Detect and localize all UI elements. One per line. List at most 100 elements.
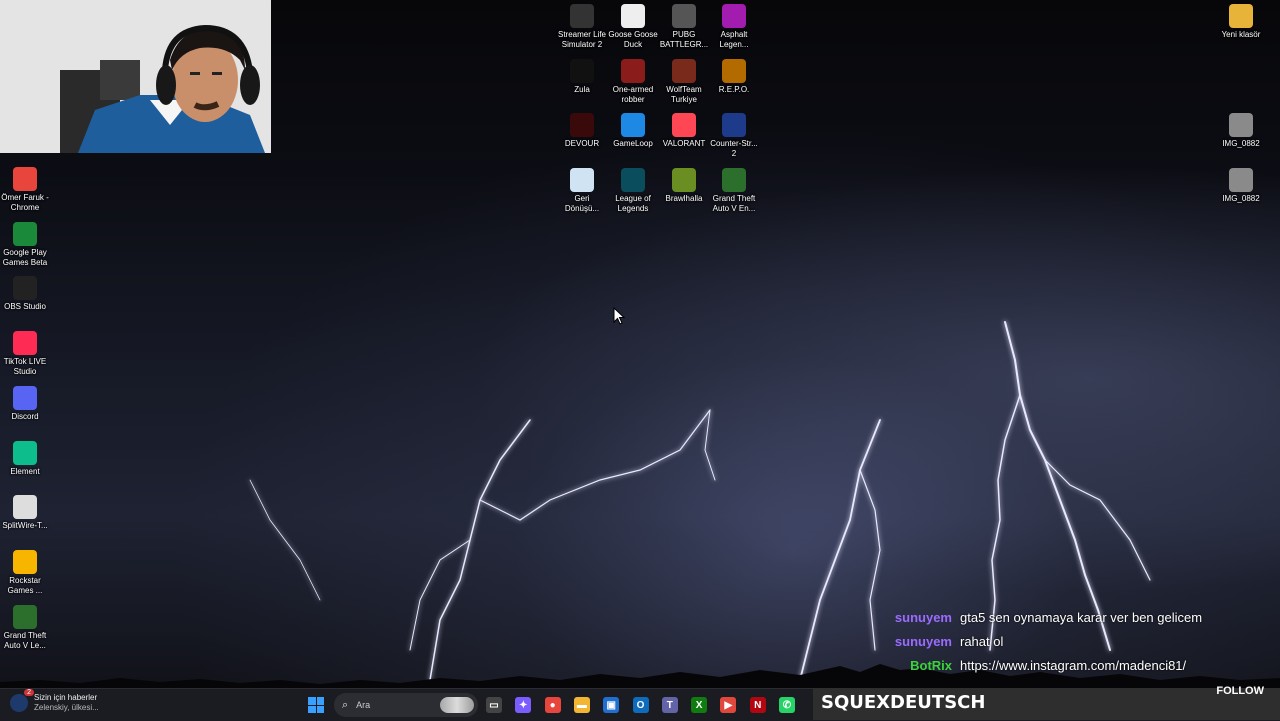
brawlhalla-icon <box>672 168 696 193</box>
desktop-shortcut[interactable]: Discord <box>0 385 50 422</box>
desktop-shortcut[interactable]: TikTok LIVE Studio <box>0 331 50 377</box>
desktop-shortcut[interactable]: SplitWire-T... <box>0 495 50 531</box>
search-highlight-image <box>440 697 474 713</box>
start-button[interactable] <box>308 697 324 713</box>
pubg-icon <box>672 4 696 28</box>
desktop-shortcut[interactable]: Goose Goose Duck <box>608 4 658 50</box>
news-badge-count: 2 <box>24 689 34 696</box>
store-icon[interactable]: ▣ <box>603 697 620 713</box>
shortcut-label: DEVOUR <box>564 139 600 149</box>
shortcut-label: Discord <box>11 411 39 421</box>
recycle-bin-icon <box>570 168 594 193</box>
task-view-icon[interactable]: ▭ <box>486 697 502 713</box>
one-armed-robber-icon <box>621 58 645 83</box>
shortcut-label: Zula <box>574 84 590 94</box>
news-widget[interactable]: 2 Sizin için haberler Zelenskiy, ülkesi.… <box>10 689 99 713</box>
shortcut-label: Streamer Life Simulator 2 <box>557 30 607 49</box>
news-subtitle: Zelenskiy, ülkesi... <box>34 703 99 712</box>
news-text: Sizin için haberler Zelenskiy, ülkesi... <box>34 693 99 713</box>
netflix-icon[interactable]: N <box>749 697 766 713</box>
desktop-shortcut[interactable]: PUBG BATTLEGR... <box>659 4 709 50</box>
desktop-shortcut[interactable]: OBS Studio <box>0 276 50 312</box>
chat-message: BotRix https://www.instagram.com/madenci… <box>880 654 1280 678</box>
file-explorer-icon[interactable]: ▬ <box>573 697 590 713</box>
chat-message: sunuyem gta5 sen oynamaya karar ver ben … <box>880 606 1280 630</box>
shortcut-label: OBS Studio <box>4 302 46 312</box>
desktop-shortcut[interactable]: IMG_0882 <box>1216 113 1266 149</box>
teams-icon[interactable]: T <box>661 697 678 713</box>
shortcut-label: Google Play Games Beta <box>2 247 48 267</box>
search-icon: ⌕ <box>342 698 349 711</box>
streamer-name: SQUEXDEUTSCH <box>821 692 986 713</box>
follow-button[interactable]: FOLLOW <box>1216 685 1264 697</box>
desktop-shortcut[interactable]: Zula <box>557 58 607 95</box>
desktop-shortcut[interactable]: Brawlhalla <box>659 168 709 204</box>
shortcut-label: Ömer Faruk - Chrome <box>1 193 49 212</box>
shortcut-label: WolfTeam Turkiye <box>666 84 702 104</box>
desktop-shortcut[interactable]: League of Legends <box>608 168 658 214</box>
taskbar-search[interactable]: ⌕ Ara <box>334 693 478 717</box>
chat-username: BotRix <box>910 658 952 673</box>
shortcut-label: Asphalt Legen... <box>719 30 749 49</box>
splitwire-icon <box>13 495 37 520</box>
shortcut-label: IMG_0882 <box>1222 139 1260 148</box>
shortcut-label: Yeni klasör <box>1221 30 1261 39</box>
devour-icon <box>570 113 594 138</box>
desktop-shortcut[interactable]: One-armed robber <box>608 58 658 105</box>
desktop-shortcut[interactable]: Element <box>0 440 50 477</box>
shortcut-label: Rockstar Games ... <box>7 575 43 595</box>
desktop-shortcut[interactable]: Rockstar Games ... <box>0 549 50 596</box>
stream-chat-overlay: sunuyem gta5 sen oynamaya karar ver ben … <box>880 606 1280 678</box>
obs-icon <box>13 276 37 301</box>
element-icon <box>13 440 37 465</box>
repo-icon <box>722 58 746 83</box>
desktop-shortcut[interactable]: Yeni klasör <box>1216 4 1266 40</box>
google-play-games-icon[interactable]: ▶ <box>720 697 737 713</box>
tiktok-live-icon <box>13 331 37 356</box>
image-file-icon <box>1229 168 1253 192</box>
shortcut-label: Grand Theft Auto V Le... <box>3 630 47 650</box>
copilot-icon[interactable]: ✦ <box>515 697 532 713</box>
mouse-cursor-icon <box>613 307 625 325</box>
shortcut-label: VALORANT <box>662 139 706 149</box>
google-play-games-icon <box>13 221 37 246</box>
chat-text: rahat ol <box>960 634 1004 649</box>
news-title: Sizin için haberler <box>34 693 98 702</box>
chrome-icon[interactable]: ● <box>544 697 561 713</box>
asphalt-icon <box>722 4 746 28</box>
chrome-icon <box>13 167 37 191</box>
chat-text: gta5 sen oynamaya karar ver ben gelicem <box>960 610 1203 625</box>
shortcut-label: One-armed robber <box>612 84 654 104</box>
chat-username: sunuyem <box>894 634 952 649</box>
desktop-shortcut[interactable]: Grand Theft Auto V Le... <box>0 604 50 651</box>
chat-text: https://www.instagram.com/madenci81/ <box>960 658 1187 673</box>
desktop-shortcut[interactable]: Ömer Faruk - Chrome <box>0 167 50 213</box>
chat-message: sunuyem rahat ol <box>880 630 1280 654</box>
folder-icon <box>1229 4 1253 28</box>
xbox-icon[interactable]: X <box>691 697 708 713</box>
search-placeholder: Ara <box>356 700 371 710</box>
shortcut-label: TikTok LIVE Studio <box>3 357 47 377</box>
desktop-shortcut[interactable]: Asphalt Legen... <box>709 4 759 50</box>
discord-icon <box>13 385 37 410</box>
shortcut-label: Goose Goose Duck <box>608 30 658 49</box>
league-of-legends-icon <box>621 168 645 193</box>
desktop-shortcut[interactable]: Streamer Life Simulator 2 <box>557 4 607 50</box>
shortcut-label: Element <box>10 466 40 476</box>
shortcut-label: Geri Dönüşü... <box>564 194 600 214</box>
wolfteam-icon <box>672 58 696 83</box>
desktop-shortcut[interactable]: VALORANT <box>659 113 709 149</box>
desktop-shortcut[interactable]: WolfTeam Turkiye <box>659 58 709 105</box>
desktop-shortcut[interactable]: Google Play Games Beta <box>0 221 50 268</box>
whatsapp-icon[interactable]: ✆ <box>779 697 795 713</box>
desktop-shortcut[interactable]: Counter-Str... 2 <box>709 113 759 159</box>
desktop-shortcut[interactable]: GameLoop <box>608 113 658 149</box>
desktop-shortcut[interactable]: IMG_0882 <box>1216 168 1266 204</box>
desktop-shortcut[interactable]: Grand Theft Auto V En... <box>709 168 759 214</box>
webcam-overlay <box>0 0 271 153</box>
streamer-life-icon <box>570 4 594 28</box>
desktop-shortcut[interactable]: DEVOUR <box>557 113 607 149</box>
desktop-shortcut[interactable]: Geri Dönüşü... <box>557 168 607 214</box>
outlook-icon[interactable]: O <box>632 697 649 713</box>
desktop-shortcut[interactable]: R.E.P.O. <box>709 58 759 95</box>
